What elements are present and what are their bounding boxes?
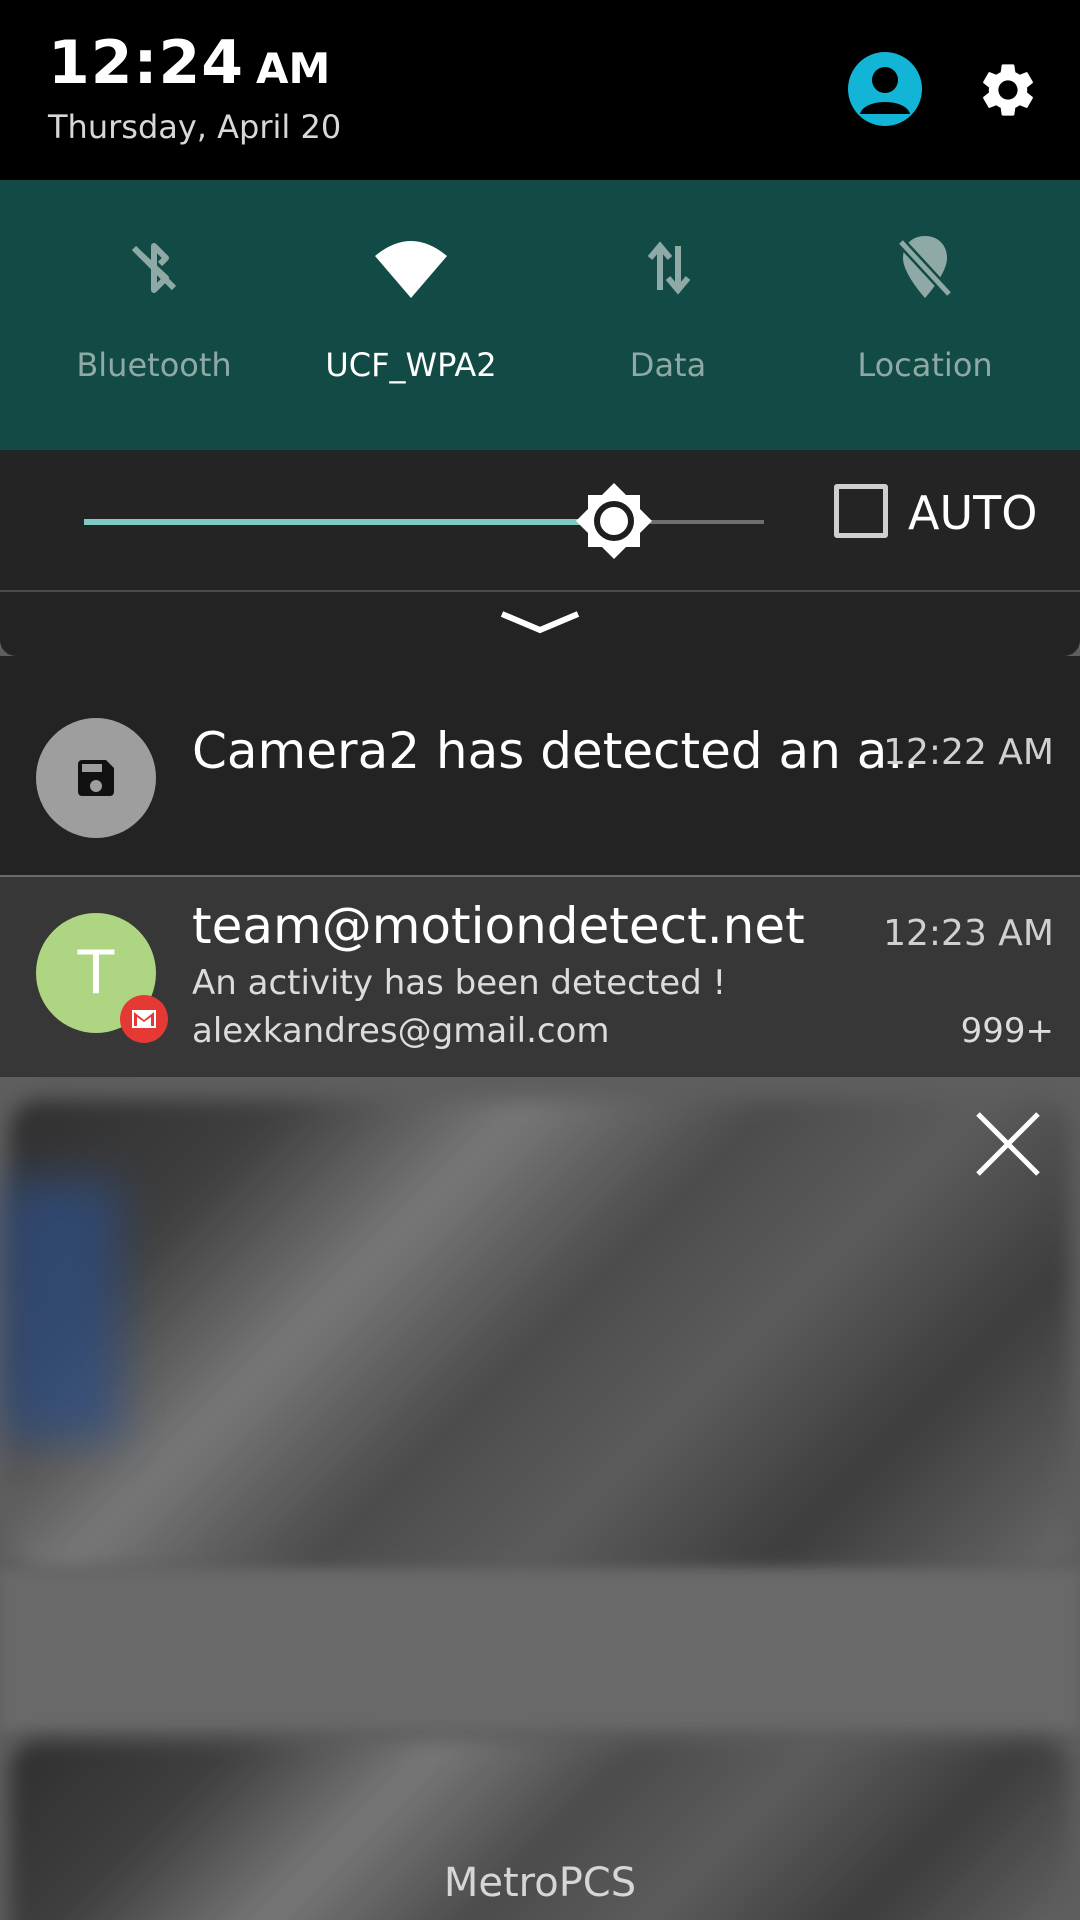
notification-email[interactable]: T team@motiondetect.net 12:23 AM An acti… <box>0 877 1080 1077</box>
user-icon <box>860 67 910 114</box>
chevron-down-icon <box>500 611 580 634</box>
settings-button[interactable] <box>976 58 1040 122</box>
date-label[interactable]: Thursday, April 20 <box>48 108 341 146</box>
gear-icon <box>983 64 1033 116</box>
notification-title: team@motiondetect.net <box>192 897 805 955</box>
bluetooth-off-icon <box>131 243 177 293</box>
auto-brightness-checkbox[interactable] <box>834 484 888 538</box>
brightness-thumb[interactable] <box>574 481 654 561</box>
expand-quick-settings-handle[interactable] <box>0 592 1080 656</box>
save-icon <box>78 760 114 796</box>
tile-bluetooth[interactable]: Bluetooth <box>39 180 269 450</box>
notification-camera2[interactable]: Camera2 has detected an a.. 12:22 AM <box>0 656 1080 876</box>
envelope-icon <box>132 1010 156 1028</box>
status-header: 12:24 AM Thursday, April 20 <box>0 0 1080 180</box>
background-blur-accent <box>0 1180 120 1440</box>
notification-time: 12:23 AM <box>883 913 1054 954</box>
notification-title: Camera2 has detected an a.. <box>192 722 920 780</box>
brightness-fill <box>84 519 614 525</box>
clock-ampm: AM <box>256 44 331 93</box>
user-avatar-button[interactable] <box>848 52 922 126</box>
notification-time: 12:22 AM <box>883 732 1054 773</box>
notification-account: alexkandres@gmail.com <box>192 1011 610 1051</box>
tile-data[interactable]: Data <box>553 180 783 450</box>
data-arrows-icon <box>647 241 691 295</box>
location-off-icon <box>897 236 953 298</box>
close-icon <box>976 1112 1040 1176</box>
notification-text: An activity has been detected ! <box>192 963 727 1003</box>
notification-count: 999+ <box>960 1011 1054 1051</box>
notification-app-icon <box>36 718 156 838</box>
wifi-icon <box>375 241 447 298</box>
tile-label: UCF_WPA2 <box>325 346 497 384</box>
quick-settings-panel: Bluetooth UCF_WPA2 Data Location <box>0 180 1080 450</box>
tile-label: Data <box>629 346 707 384</box>
tile-location[interactable]: Location <box>810 180 1040 450</box>
tile-label: Location <box>857 346 993 384</box>
clock-time: 12:24 <box>48 28 244 98</box>
tile-label: Bluetooth <box>76 346 232 384</box>
tile-wifi[interactable]: UCF_WPA2 <box>296 180 526 450</box>
clock[interactable]: 12:24 AM <box>48 28 330 98</box>
brightness-row: AUTO <box>0 450 1080 590</box>
auto-brightness-label[interactable]: AUTO <box>908 486 1037 540</box>
background-thumbnail <box>10 1100 1070 1570</box>
carrier-label: MetroPCS <box>443 1860 637 1906</box>
background-toolbar <box>0 1570 1080 1730</box>
gmail-icon <box>120 995 168 1043</box>
dismiss-all-button[interactable] <box>972 1108 1044 1180</box>
